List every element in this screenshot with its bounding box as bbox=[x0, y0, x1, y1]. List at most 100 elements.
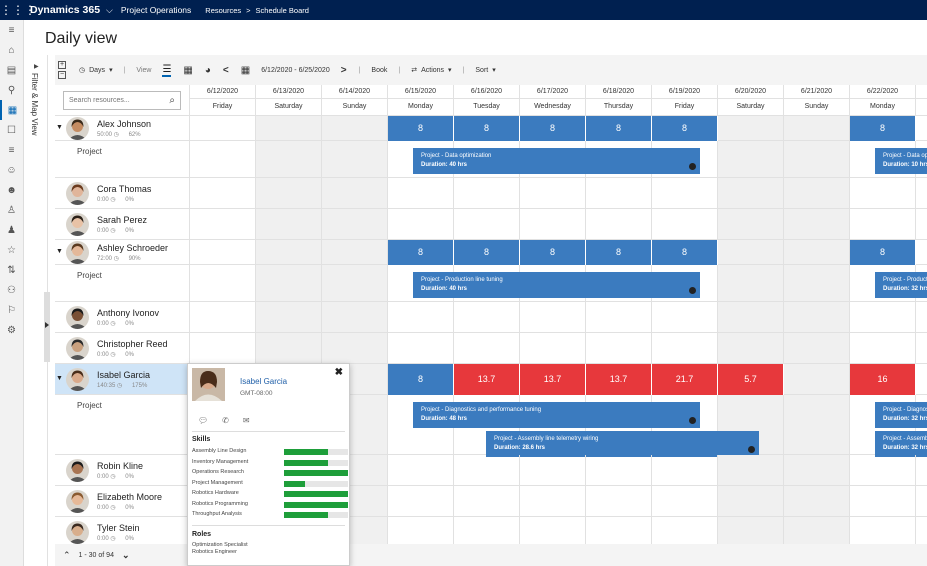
schedule-cell[interactable] bbox=[586, 455, 652, 486]
date-column-header[interactable] bbox=[916, 85, 927, 115]
schedule-cell[interactable] bbox=[454, 455, 520, 486]
schedule-cell[interactable] bbox=[190, 302, 256, 333]
schedule-cell[interactable] bbox=[388, 333, 454, 364]
resource-name[interactable]: Alex Johnson bbox=[97, 119, 151, 129]
schedule-cell[interactable] bbox=[850, 209, 916, 240]
resource-row[interactable]: Sarah Perez 0:00 ◷ 0% bbox=[55, 209, 190, 240]
schedule-cell[interactable] bbox=[322, 333, 388, 364]
email-icon[interactable]: ✉ bbox=[243, 416, 250, 425]
schedule-cell[interactable] bbox=[322, 209, 388, 240]
sort-dropdown[interactable]: Sort ▾ bbox=[475, 66, 495, 75]
schedule-cell[interactable] bbox=[718, 209, 784, 240]
schedule-cell[interactable] bbox=[718, 265, 784, 302]
booking-handle-icon[interactable] bbox=[689, 417, 696, 424]
collapse-all-icon[interactable]: − bbox=[58, 71, 66, 79]
schedule-cell[interactable] bbox=[454, 517, 520, 544]
schedule-cell[interactable] bbox=[322, 265, 388, 302]
schedule-cell[interactable] bbox=[322, 141, 388, 178]
schedule-cell[interactable] bbox=[916, 364, 927, 395]
menu-icon[interactable]: ≡ bbox=[0, 20, 23, 40]
calendar-icon[interactable]: ▦ bbox=[0, 100, 23, 120]
capacity-cell[interactable]: 8 bbox=[850, 116, 916, 141]
resource-row[interactable]: ▼ Ashley Schroeder 72:00 ◷ 90% bbox=[55, 240, 190, 265]
schedule-cell[interactable] bbox=[850, 486, 916, 517]
schedule-cell[interactable] bbox=[190, 209, 256, 240]
date-column-header[interactable]: 6/14/2020 Sunday bbox=[322, 85, 388, 115]
settings-icon[interactable]: ⚙ bbox=[0, 320, 23, 340]
schedule-cell[interactable] bbox=[586, 517, 652, 544]
chat-icon[interactable]: 💬︎ bbox=[198, 416, 208, 425]
collapse-resource-icon[interactable]: ▼ bbox=[56, 375, 63, 382]
previous-period-icon[interactable]: < bbox=[223, 65, 229, 76]
person-icon[interactable]: ♟ bbox=[0, 220, 23, 240]
schedule-cell[interactable] bbox=[850, 517, 916, 544]
schedule-cell[interactable] bbox=[190, 178, 256, 209]
schedule-cell[interactable] bbox=[388, 209, 454, 240]
schedule-cell[interactable] bbox=[652, 178, 718, 209]
capacity-cell[interactable]: 13.7 bbox=[586, 364, 652, 395]
schedule-cell[interactable] bbox=[652, 455, 718, 486]
date-column-header[interactable]: 6/13/2020 Saturday bbox=[256, 85, 322, 115]
date-column-header[interactable]: 6/12/2020 Friday bbox=[190, 85, 256, 115]
schedule-cell[interactable] bbox=[652, 302, 718, 333]
schedule-cell[interactable] bbox=[916, 486, 927, 517]
filter-map-view-toggle[interactable]: Filter & Map View bbox=[30, 73, 39, 136]
schedule-cell[interactable] bbox=[454, 178, 520, 209]
flag-icon[interactable]: ⚐ bbox=[0, 300, 23, 320]
capacity-cell[interactable]: 8 bbox=[850, 240, 916, 265]
module-name[interactable]: Project Operations bbox=[121, 5, 191, 15]
pinned-icon[interactable]: ⚲ bbox=[0, 80, 23, 100]
date-column-header[interactable]: 6/16/2020 Tuesday bbox=[454, 85, 520, 115]
schedule-cell[interactable] bbox=[190, 141, 256, 178]
capacity-cell[interactable]: 16 bbox=[850, 364, 916, 395]
resource-name[interactable]: Ashley Schroeder bbox=[97, 243, 168, 253]
booking-bar[interactable]: Project - Production line tuning Duration… bbox=[875, 272, 927, 298]
booking-bar[interactable]: Project - Data optimization Duration: 40 … bbox=[413, 148, 700, 174]
schedule-cell[interactable] bbox=[916, 302, 927, 333]
person-add-icon[interactable]: ♙ bbox=[0, 200, 23, 220]
date-column-header[interactable]: 6/17/2020 Wednesday bbox=[520, 85, 586, 115]
schedule-cell[interactable] bbox=[454, 302, 520, 333]
booking-bar[interactable]: Project - Production line tuning Duration… bbox=[413, 272, 700, 298]
list-view-icon[interactable]: ☰ bbox=[162, 64, 172, 77]
capacity-cell[interactable]: 8 bbox=[388, 240, 454, 265]
date-column-header[interactable]: 6/18/2020 Thursday bbox=[586, 85, 652, 115]
app-name[interactable]: Dynamics 365 bbox=[30, 4, 100, 16]
schedule-cell[interactable] bbox=[916, 333, 927, 364]
resource-name[interactable]: Tyler Stein bbox=[97, 523, 140, 533]
date-column-header[interactable]: 6/20/2020 Saturday bbox=[718, 85, 784, 115]
schedule-cell[interactable] bbox=[388, 178, 454, 209]
capacity-cell[interactable]: 5.7 bbox=[718, 364, 784, 395]
schedule-cell[interactable] bbox=[586, 178, 652, 209]
schedule-cell[interactable] bbox=[256, 116, 322, 141]
schedule-cell[interactable] bbox=[190, 265, 256, 302]
next-page-icon[interactable]: ⌄ bbox=[122, 550, 130, 561]
group-icon[interactable]: ☻ bbox=[0, 180, 23, 200]
schedule-cell[interactable] bbox=[784, 333, 850, 364]
capacity-cell[interactable]: 8 bbox=[388, 364, 454, 395]
schedule-cell[interactable] bbox=[850, 302, 916, 333]
resource-row[interactable]: ▼ Isabel Garcia 140:35 ◷ 175% bbox=[55, 364, 190, 395]
schedule-cell[interactable] bbox=[322, 302, 388, 333]
resource-row[interactable]: Christopher Reed 0:00 ◷ 0% bbox=[55, 333, 190, 364]
schedule-cell[interactable] bbox=[256, 209, 322, 240]
chat-icon[interactable]: ☐ bbox=[0, 120, 23, 140]
home-icon[interactable]: ⌂ bbox=[0, 40, 23, 60]
schedule-cell[interactable] bbox=[190, 116, 256, 141]
team-icon[interactable]: ⚇ bbox=[0, 280, 23, 300]
schedule-cell[interactable] bbox=[718, 302, 784, 333]
schedule-cell[interactable] bbox=[784, 486, 850, 517]
schedule-cell[interactable] bbox=[520, 178, 586, 209]
capacity-cell[interactable]: 8 bbox=[652, 116, 718, 141]
expand-all-icon[interactable]: + bbox=[58, 61, 66, 69]
schedule-cell[interactable] bbox=[916, 116, 927, 141]
schedule-cell[interactable] bbox=[520, 333, 586, 364]
schedule-cell[interactable] bbox=[850, 455, 916, 486]
schedule-cell[interactable] bbox=[454, 209, 520, 240]
capacity-cell[interactable]: 13.7 bbox=[454, 364, 520, 395]
schedule-cell[interactable] bbox=[388, 455, 454, 486]
date-column-header[interactable]: 6/19/2020 Friday bbox=[652, 85, 718, 115]
star-icon[interactable]: ☆ bbox=[0, 240, 23, 260]
date-range[interactable]: 6/12/2020 - 6/25/2020 bbox=[261, 67, 330, 74]
schedule-cell[interactable] bbox=[718, 116, 784, 141]
